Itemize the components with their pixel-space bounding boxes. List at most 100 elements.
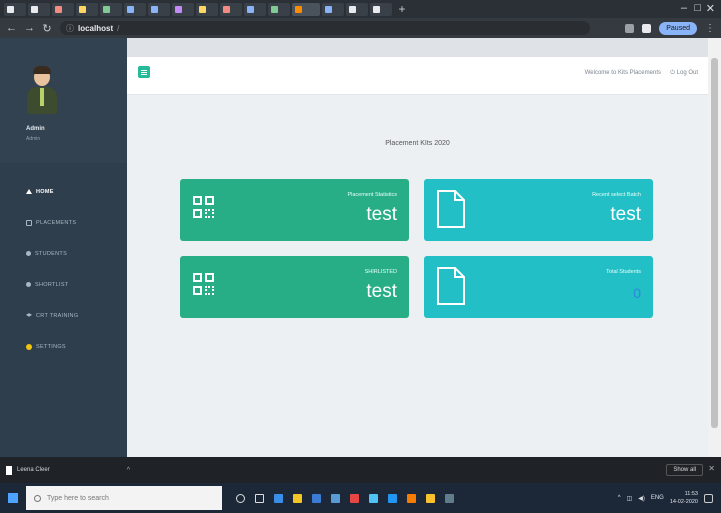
file-icon	[6, 465, 12, 475]
task-view-icon[interactable]	[255, 493, 264, 503]
browser-tab[interactable]	[220, 2, 242, 16]
tab-favicon-icon	[31, 5, 38, 13]
app-icon[interactable]	[445, 493, 454, 503]
browser-tab[interactable]	[268, 2, 290, 16]
site-info-icon[interactable]: ⓘ	[66, 23, 74, 34]
card-value: 0	[633, 285, 641, 301]
download-item[interactable]: Leena Cleer ^	[6, 461, 130, 479]
stat-card-shortlisted[interactable]: SHIRLISTED test	[180, 256, 409, 318]
show-all-button[interactable]: Show all	[666, 464, 703, 476]
windows-logo-icon	[8, 493, 18, 503]
app-icon[interactable]	[388, 493, 397, 503]
page-title: Placement KIts 2020	[385, 140, 450, 147]
top-navbar: Welcome to Kits Placements ⏻ Log Out	[127, 57, 708, 95]
taskbar-search[interactable]: Type here to search	[26, 486, 222, 510]
browser-tab[interactable]	[370, 2, 392, 16]
chevron-up-icon[interactable]: ^	[127, 467, 130, 474]
browser-tab[interactable]	[196, 2, 218, 16]
sidebar-item-settings[interactable]: SETTINGS	[0, 331, 127, 362]
tray-chevron-icon[interactable]: ^	[618, 495, 621, 501]
store-icon[interactable]	[312, 493, 321, 503]
logout-link[interactable]: ⏻ Log Out	[670, 70, 698, 77]
page-scrollbar[interactable]	[708, 38, 721, 457]
browser-tab[interactable]	[4, 2, 26, 16]
browser-tab[interactable]	[100, 2, 122, 16]
sidebar-menu: HOME PLACEMENTS STUDENTS SHORTLIST CRT T…	[0, 176, 127, 362]
stat-card-total-students[interactable]: Total Students 0	[424, 256, 653, 318]
app-icon[interactable]	[350, 493, 359, 503]
tab-favicon-icon	[199, 5, 206, 13]
tab-favicon-icon	[325, 5, 332, 13]
user-name: Admin	[26, 126, 45, 132]
browser-tab[interactable]	[292, 2, 320, 16]
browser-tab[interactable]	[322, 2, 344, 16]
network-icon[interactable]: ◫	[627, 495, 633, 502]
file-explorer-icon[interactable]	[293, 493, 302, 503]
browser-tab[interactable]	[124, 2, 146, 16]
browser-tab-strip: +	[0, 0, 721, 18]
stat-card-placement-statistics[interactable]: Placement Statistics test	[180, 179, 409, 241]
close-window-icon[interactable]: ✕	[706, 2, 715, 15]
placements-icon	[26, 219, 32, 226]
user-role: Admin	[26, 136, 41, 142]
maximize-icon[interactable]: □	[694, 2, 701, 14]
tab-favicon-icon	[79, 5, 86, 13]
sidebar-item-crt-training[interactable]: CRT TRAINING	[0, 300, 127, 331]
stat-card-recent-select-batch[interactable]: Recent select Batch test	[424, 179, 653, 241]
menu-toggle-button[interactable]	[138, 66, 150, 78]
shortlist-icon	[26, 282, 31, 287]
clock[interactable]: 11:53 14-02-2020	[670, 490, 698, 506]
app-icon[interactable]	[426, 493, 435, 503]
scrollbar-thumb[interactable]	[711, 58, 718, 428]
students-icon	[26, 251, 31, 256]
notifications-icon[interactable]	[704, 493, 713, 503]
sidebar-item-home[interactable]: HOME	[0, 176, 127, 207]
browser-tab[interactable]	[76, 2, 98, 16]
system-tray: ^ ◫ ◀) ENG 11:53 14-02-2020	[618, 490, 721, 506]
address-bar[interactable]: ⓘ localhost /	[60, 21, 590, 35]
extension-icon[interactable]	[642, 23, 652, 33]
browser-tab[interactable]	[148, 2, 170, 16]
search-placeholder: Type here to search	[47, 494, 109, 502]
sidebar-item-students[interactable]: STUDENTS	[0, 238, 127, 269]
search-icon	[34, 494, 41, 502]
browser-tab[interactable]	[28, 2, 50, 16]
browser-menu-icon[interactable]: ⋮	[705, 23, 715, 34]
url-path: /	[117, 23, 120, 33]
card-value: test	[366, 281, 397, 302]
browser-tab[interactable]	[172, 2, 194, 16]
browser-tab[interactable]	[52, 2, 74, 16]
volume-icon[interactable]: ◀)	[638, 495, 645, 502]
star-icon[interactable]	[625, 23, 635, 33]
edge-icon[interactable]	[274, 493, 283, 503]
card-label: SHIRLISTED	[364, 269, 397, 275]
app-icon[interactable]	[369, 493, 378, 503]
app-icon[interactable]	[331, 493, 340, 503]
start-button[interactable]	[0, 483, 26, 513]
tab-favicon-icon	[373, 5, 380, 13]
reload-icon[interactable]: ↻	[42, 22, 52, 35]
taskbar-apps	[236, 493, 454, 503]
browser-tab[interactable]	[244, 2, 266, 16]
browser-tab[interactable]	[346, 2, 368, 16]
card-value: test	[610, 204, 641, 225]
browser-toolbar: ← → ↻ ⓘ localhost / Paused ⋮	[0, 18, 721, 38]
logout-label: Log Out	[676, 70, 698, 76]
new-tab-button[interactable]: +	[394, 2, 410, 16]
minimize-icon[interactable]: –	[681, 2, 687, 14]
avatar	[27, 66, 57, 114]
sidebar-item-shortlist[interactable]: SHORTLIST	[0, 269, 127, 300]
sidebar-item-placements[interactable]: PLACEMENTS	[0, 207, 127, 238]
profile-button[interactable]: Paused	[659, 21, 697, 35]
sidebar-item-label: SHORTLIST	[35, 281, 69, 288]
forward-icon[interactable]: →	[24, 22, 35, 34]
sidebar-item-label: CRT TRAINING	[36, 312, 79, 319]
qr-code-icon	[193, 273, 215, 299]
close-icon[interactable]: ✕	[708, 464, 715, 473]
language-indicator[interactable]: ENG	[651, 495, 664, 501]
cortana-icon[interactable]	[236, 493, 245, 503]
back-icon[interactable]: ←	[6, 22, 17, 34]
qr-code-icon	[193, 196, 215, 222]
app-icon[interactable]	[407, 493, 416, 503]
sidebar-item-label: PLACEMENTS	[36, 219, 77, 226]
